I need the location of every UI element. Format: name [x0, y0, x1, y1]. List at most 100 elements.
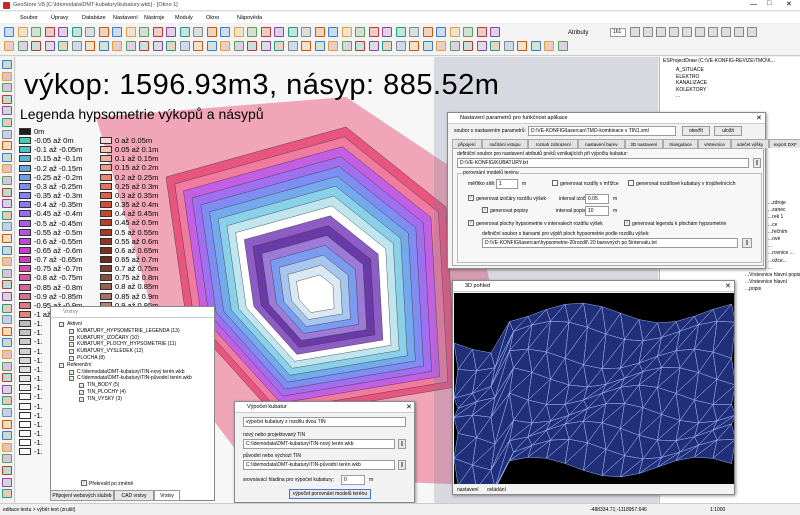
bottom-tab-2[interactable]: Vrstvy: [154, 490, 180, 501]
level-field[interactable]: 0: [341, 475, 365, 485]
toolbar-tool-icon[interactable]: [530, 41, 541, 51]
left-tool-icon[interactable]: [2, 222, 12, 232]
layer-item[interactable]: KUBATURY_VYSLEDEK (12): [77, 348, 143, 354]
toolbar-tool-icon[interactable]: [125, 27, 136, 37]
hypsometry-checkbox[interactable]: ✓: [468, 220, 474, 226]
left-tool-icon[interactable]: [2, 83, 12, 93]
toolbar-tool-icon[interactable]: [734, 27, 744, 37]
def-file-field[interactable]: D:\VE-KONFIG\KUBATURY.txt: [457, 158, 749, 168]
isoline-interval-field[interactable]: 0.05: [585, 194, 609, 204]
toolbar-tool-icon[interactable]: [260, 27, 271, 37]
toolbar-tool-icon[interactable]: [517, 41, 527, 51]
left-tool-icon[interactable]: [2, 245, 12, 255]
toolbar-tool-icon[interactable]: [71, 41, 82, 51]
toolbar-tool-icon[interactable]: [247, 27, 257, 37]
orig-tin-field[interactable]: C:\Idemodata\DMT-kubatury\TIN-původní te…: [243, 460, 395, 470]
close-icon[interactable]: ✕: [786, 0, 792, 8]
toolbar-tool-icon[interactable]: [747, 27, 757, 37]
toolbar-tool-icon[interactable]: [382, 41, 392, 51]
view3d-controls-link[interactable]: ovládání: [487, 487, 506, 493]
toolbar-tool-icon[interactable]: [139, 41, 149, 51]
toolbar-tool-icon[interactable]: [58, 27, 68, 37]
layer-checkbox[interactable]: ✓: [69, 369, 74, 375]
toolbar-tool-icon[interactable]: [341, 41, 352, 51]
project-tree-item[interactable]: KANALIZACE: [676, 80, 707, 86]
toolbar-tool-icon[interactable]: [328, 27, 338, 37]
toolbar-tool-icon[interactable]: [395, 27, 406, 37]
toolbar-tool-icon[interactable]: [544, 41, 554, 51]
toolbar-tool-icon[interactable]: [98, 27, 109, 37]
layer-checkbox[interactable]: ✓: [69, 356, 74, 361]
layer-checkbox[interactable]: ✓: [79, 396, 84, 402]
label-interval-field[interactable]: 10: [585, 206, 609, 216]
toolbar-tool-icon[interactable]: [179, 27, 190, 37]
bottom-tab-1[interactable]: CAD vrstvy: [114, 490, 154, 501]
left-tool-icon[interactable]: [2, 106, 12, 116]
left-tool-icon[interactable]: [2, 338, 12, 348]
def-browse-button[interactable]: ||: [753, 158, 761, 168]
toolbar-tool-icon[interactable]: [139, 27, 149, 37]
left-tool-icon[interactable]: [2, 176, 12, 185]
isolines-checkbox[interactable]: ✓: [468, 195, 474, 201]
toolbar-tool-icon[interactable]: [166, 27, 176, 37]
toolbar-tool-icon[interactable]: [301, 41, 311, 51]
toolbar-tool-icon[interactable]: [503, 41, 514, 51]
new-tin-browse-button[interactable]: ||: [398, 439, 406, 449]
left-tool-icon[interactable]: [2, 326, 12, 336]
toolbar-tool-icon[interactable]: [643, 27, 653, 37]
toolbar-tool-icon[interactable]: [476, 41, 487, 51]
toolbar-tool-icon[interactable]: [220, 41, 230, 51]
toolbar-tool-icon[interactable]: [314, 27, 325, 37]
toolbar-tool-icon[interactable]: [463, 27, 473, 37]
settings-tab-7[interactable]: odečet výšky: [730, 139, 769, 148]
toolbar-tool-icon[interactable]: [708, 27, 718, 37]
toolbar-tool-icon[interactable]: [17, 27, 28, 37]
toolbar-tool-icon[interactable]: [274, 41, 284, 51]
toolbar-tool-icon[interactable]: [490, 27, 500, 37]
toolbar-tool-icon[interactable]: [557, 41, 568, 51]
toolbar-tool-icon[interactable]: [179, 41, 190, 51]
calc-close-icon[interactable]: ✕: [406, 403, 412, 411]
minimize-icon[interactable]: —: [750, 1, 757, 8]
left-tool-icon[interactable]: [2, 477, 12, 487]
left-tool-icon[interactable]: [2, 303, 12, 313]
settings-tab-2[interactable]: rozsah zobrazení: [528, 139, 578, 148]
toolbar-tool-icon[interactable]: [71, 27, 82, 37]
settings-tab-0[interactable]: připojení: [452, 139, 482, 148]
layer-checkbox[interactable]: ✓: [59, 362, 64, 368]
layer-checkbox[interactable]: ✓: [69, 342, 74, 348]
redraw-checkbox[interactable]: ✓: [81, 480, 87, 486]
toolbar-tool-icon[interactable]: [436, 27, 446, 37]
menu-item-4[interactable]: Nástroje: [144, 15, 164, 21]
toolbar-tool-icon[interactable]: [233, 27, 244, 37]
toolbar-tool-icon[interactable]: [206, 41, 217, 51]
left-tool-icon[interactable]: [2, 442, 12, 452]
toolbar-tool-icon[interactable]: [436, 41, 446, 51]
layer-checkbox[interactable]: ✓: [69, 328, 74, 334]
left-tool-icon[interactable]: [2, 384, 12, 394]
toolbar-tool-icon[interactable]: [682, 27, 692, 37]
settings-close-icon[interactable]: ✕: [756, 114, 762, 122]
toolbar-tool-icon[interactable]: [44, 41, 55, 51]
toolbar-tool-icon[interactable]: [4, 27, 14, 37]
toolbar-tool-icon[interactable]: [449, 41, 460, 51]
toolbar-tool-icon[interactable]: [355, 41, 365, 51]
menu-item-7[interactable]: Nápověda: [237, 15, 262, 21]
layer-item[interactable]: C:\Idemodata\DMT-kubatury\TIN-nový terén…: [77, 369, 185, 375]
left-tool-icon[interactable]: [2, 419, 12, 429]
layer-checkbox[interactable]: ✓: [79, 390, 84, 395]
layer-item[interactable]: Referenční: [67, 362, 91, 368]
toolbar-tool-icon[interactable]: [233, 41, 244, 51]
left-tool-icon[interactable]: [2, 454, 12, 464]
settings-tab-5[interactable]: triangulace: [662, 139, 699, 148]
toolbar-tool-icon[interactable]: [301, 27, 311, 37]
toolbar-tool-icon[interactable]: [695, 27, 705, 37]
settings-tab-6[interactable]: vrstevnice: [698, 139, 731, 148]
left-tool-icon[interactable]: [2, 466, 12, 475]
settings-file-field[interactable]: D:\VE-KONFIG\lasercan\TMO-kombinace v TI…: [528, 126, 676, 136]
toolbar-tool-icon[interactable]: [98, 41, 109, 51]
toolbar-tool-icon[interactable]: [314, 41, 325, 51]
grid-diff-checkbox[interactable]: [552, 180, 558, 186]
toolbar-tool-icon[interactable]: [328, 41, 338, 51]
view3d-settings-link[interactable]: nastavení: [457, 487, 479, 493]
